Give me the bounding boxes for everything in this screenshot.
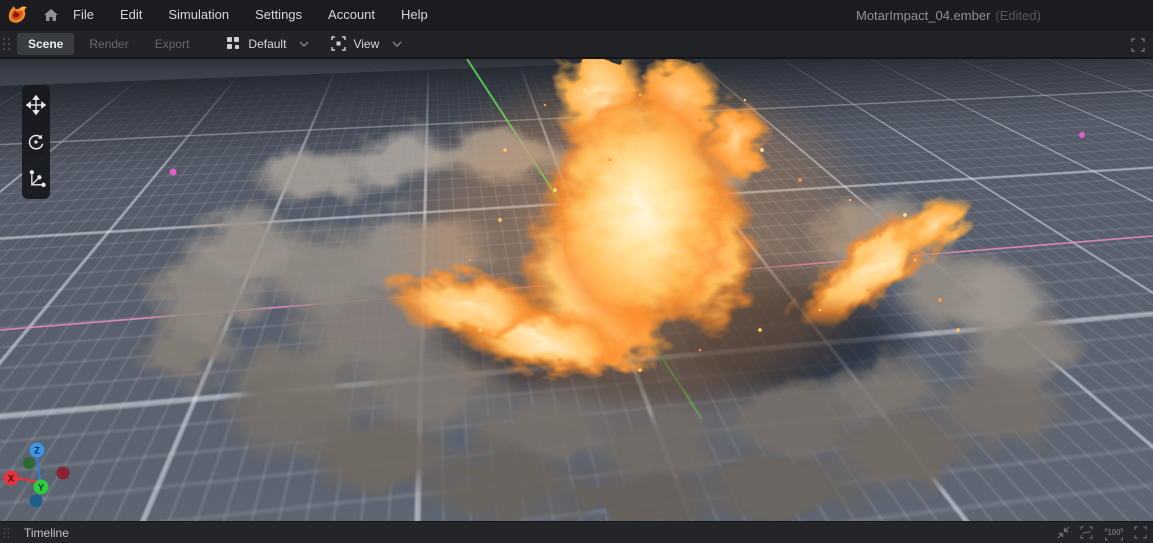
viewport-3d[interactable]: Z X Y (0, 59, 1153, 521)
gizmo-neg-z-ball (30, 495, 43, 508)
document-title-text: MotarImpact_04.ember (856, 8, 990, 23)
gizmo-z-label: Z (34, 446, 40, 456)
menu-settings[interactable]: Settings (255, 7, 302, 22)
transform-tool-panel (22, 85, 50, 199)
menu-help[interactable]: Help (401, 7, 428, 22)
curve-view-icon[interactable] (1079, 526, 1094, 539)
move-icon (26, 95, 46, 115)
menu-edit[interactable]: Edit (120, 7, 142, 22)
menu-simulation[interactable]: Simulation (168, 7, 229, 22)
menu-bar: File Edit Simulation Settings Account He… (73, 7, 428, 22)
chevron-down-icon (392, 41, 402, 47)
gizmo-x-label: X (8, 474, 14, 484)
timeline-panel-header[interactable]: Timeline 100 (0, 521, 1153, 543)
move-tool-button[interactable] (24, 93, 48, 117)
blocks-icon (226, 36, 241, 51)
expand-viewport-icon[interactable] (1131, 38, 1145, 52)
document-edited-badge: (Edited) (995, 8, 1041, 23)
rotate-icon (26, 132, 46, 152)
collapse-arrows-icon[interactable] (1057, 526, 1070, 539)
menu-file[interactable]: File (73, 7, 94, 22)
chevron-down-icon (299, 41, 309, 47)
orientation-gizmo[interactable]: Z X Y (0, 440, 80, 518)
app-logo-flame-icon[interactable] (3, 2, 29, 28)
gizmo-neg-x-ball (57, 467, 70, 480)
tab-scene[interactable]: Scene (17, 33, 74, 55)
tab-render[interactable]: Render (78, 33, 139, 55)
view-dropdown-label: View (353, 37, 379, 51)
rotate-tool-button[interactable] (24, 130, 48, 154)
scale-tool-button[interactable] (24, 167, 48, 191)
frame-target-icon (331, 36, 346, 51)
drag-handle-icon[interactable] (1, 36, 11, 52)
view-dropdown[interactable]: View (331, 36, 402, 51)
scale-icon (26, 169, 46, 189)
timeline-fullscreen-icon[interactable] (1134, 526, 1147, 539)
preset-dropdown-label: Default (248, 37, 286, 51)
drag-handle-icon[interactable] (2, 526, 10, 540)
preset-dropdown[interactable]: Default (226, 36, 309, 51)
document-title: MotarImpact_04.ember (Edited) (856, 0, 1041, 30)
emitter-marker-dot-2 (1079, 132, 1085, 138)
tab-export[interactable]: Export (144, 33, 201, 55)
gizmo-neg-y-ball (23, 457, 35, 469)
emitter-marker-dot (170, 169, 177, 176)
viewport-toolbar: Scene Render Export Default View (0, 30, 1153, 59)
timeline-label: Timeline (24, 526, 69, 540)
menu-account[interactable]: Account (328, 7, 375, 22)
zoom-100-icon[interactable]: 100 (1103, 528, 1125, 538)
home-icon[interactable] (43, 7, 59, 23)
gizmo-y-label: Y (38, 483, 44, 493)
embergen-app: File Edit Simulation Settings Account He… (0, 0, 1153, 543)
top-menu-bar: File Edit Simulation Settings Account He… (0, 0, 1153, 30)
